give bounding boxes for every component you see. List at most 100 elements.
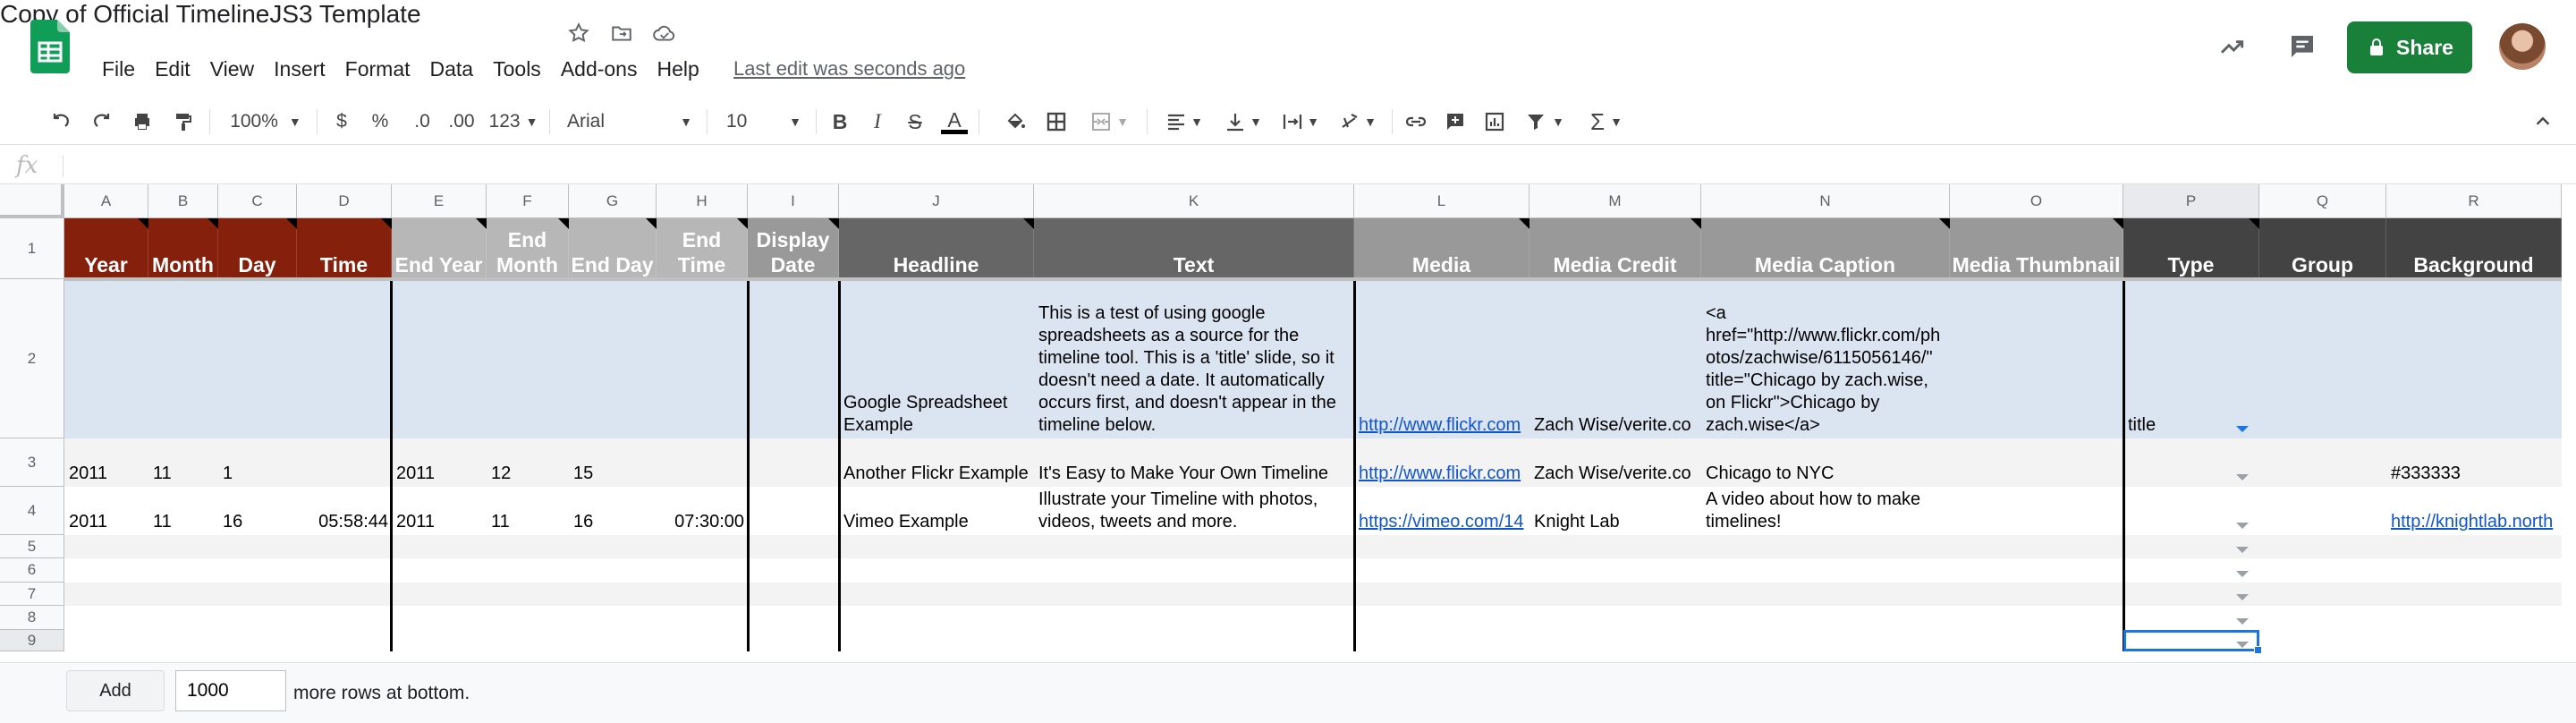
row-header-9[interactable]: 9 xyxy=(0,630,64,651)
row-header-7[interactable]: 7 xyxy=(0,583,64,606)
row-header-8[interactable]: 8 xyxy=(0,606,64,630)
menu-file[interactable]: File xyxy=(102,57,148,81)
cell-j4-headline[interactable]: Vimeo Example xyxy=(839,487,1034,535)
column-header-n[interactable]: N xyxy=(1701,184,1950,218)
undo-icon[interactable] xyxy=(47,107,77,136)
cell-c3-day[interactable]: 1 xyxy=(218,438,297,487)
column-header-f[interactable]: F xyxy=(487,184,569,218)
header-media-credit[interactable]: Media Credit xyxy=(1530,218,1701,279)
cell-e3-end-year[interactable]: 2011 xyxy=(392,438,487,487)
cell-g4-end-day[interactable]: 16 xyxy=(569,487,657,535)
cell-d4-time[interactable]: 05:58:44 xyxy=(297,487,392,535)
selected-cell-p9[interactable] xyxy=(2123,630,2259,651)
cell-j3-headline[interactable]: Another Flickr Example xyxy=(839,438,1034,487)
functions-button[interactable]: Σ ▼ xyxy=(1585,107,1628,136)
column-header-q[interactable]: Q xyxy=(2259,184,2386,218)
document-title[interactable]: Copy of Official TimelineJS3 Template xyxy=(0,0,2576,29)
menu-add-ons[interactable]: Add-ons xyxy=(561,57,650,81)
type-dropdown-icon[interactable] xyxy=(2236,618,2249,625)
cell-f4-end-month[interactable]: 11 xyxy=(487,487,569,535)
bold-button[interactable]: B xyxy=(826,107,853,136)
cell-r4-background[interactable]: http://knightlab.north xyxy=(2386,487,2562,535)
star-icon[interactable] xyxy=(564,18,594,48)
cloud-status-icon[interactable] xyxy=(649,18,680,48)
header-end-month[interactable]: End Month xyxy=(487,218,569,279)
cell-m2-credit[interactable]: Zach Wise/verite.co xyxy=(1530,279,1701,438)
percent-format-button[interactable]: % xyxy=(365,107,395,136)
strikethrough-button[interactable]: S xyxy=(902,107,928,136)
type-dropdown-icon[interactable] xyxy=(2236,426,2249,432)
column-header-b[interactable]: B xyxy=(148,184,218,218)
column-header-j[interactable]: J xyxy=(839,184,1034,218)
header-day[interactable]: Day xyxy=(218,218,297,279)
filter-icon[interactable]: ▼ xyxy=(1521,107,1569,136)
font-size-select[interactable]: 10 ▼ xyxy=(721,107,807,136)
type-dropdown-icon[interactable] xyxy=(2236,474,2249,481)
fill-color-icon[interactable] xyxy=(1000,107,1030,136)
column-header-m[interactable]: M xyxy=(1530,184,1701,218)
row-header-2[interactable]: 2 xyxy=(0,279,64,438)
zoom-select[interactable]: 100% ▼ xyxy=(225,107,306,136)
cell-m3-credit[interactable]: Zach Wise/verite.co xyxy=(1530,438,1701,487)
cell-b3-month[interactable]: 11 xyxy=(148,438,218,487)
header-end-time[interactable]: End Time xyxy=(657,218,748,279)
menu-format[interactable]: Format xyxy=(345,57,423,81)
header-background[interactable]: Background xyxy=(2386,218,2562,279)
header-media-thumbnail[interactable]: Media Thumbnail xyxy=(1950,218,2123,279)
type-dropdown-icon[interactable] xyxy=(2236,594,2249,600)
row-header-3[interactable]: 3 xyxy=(0,438,64,487)
menu-help[interactable]: Help xyxy=(657,57,711,81)
insert-comment-icon[interactable] xyxy=(1440,107,1470,136)
cell-k2-text[interactable]: This is a test of using google spreadshe… xyxy=(1034,279,1354,438)
avatar[interactable] xyxy=(2499,23,2546,70)
header-headline[interactable]: Headline xyxy=(839,218,1034,279)
menu-view[interactable]: View xyxy=(210,57,267,81)
header-end-year[interactable]: End Year xyxy=(392,218,487,279)
cell-g3-end-day[interactable]: 15 xyxy=(569,438,657,487)
column-header-c[interactable]: C xyxy=(218,184,297,218)
row-header-6[interactable]: 6 xyxy=(0,558,64,583)
column-header-h[interactable]: H xyxy=(657,184,748,218)
cell-p2-type[interactable]: title xyxy=(2123,279,2259,438)
comments-icon[interactable] xyxy=(2284,29,2320,64)
column-header-r[interactable]: R xyxy=(2386,184,2562,218)
column-header-k[interactable]: K xyxy=(1034,184,1354,218)
row-header-1[interactable]: 1 xyxy=(0,218,64,279)
column-header-p[interactable]: P xyxy=(2123,184,2259,218)
type-dropdown-icon[interactable] xyxy=(2236,571,2249,577)
header-group[interactable]: Group xyxy=(2259,218,2386,279)
menu-data[interactable]: Data xyxy=(430,57,487,81)
column-header-e[interactable]: E xyxy=(392,184,487,218)
text-color-button[interactable]: A xyxy=(941,107,968,136)
insert-link-icon[interactable] xyxy=(1401,107,1431,136)
fill-handle[interactable] xyxy=(2254,646,2262,654)
merge-cells-icon[interactable]: ▼ xyxy=(1084,107,1134,136)
cell-n3-caption[interactable]: Chicago to NYC xyxy=(1701,438,1950,487)
column-header-d[interactable]: D xyxy=(297,184,392,218)
cell-n2-caption[interactable]: <a href="http://www.flickr.com/photos/za… xyxy=(1701,279,1950,438)
last-edit-link[interactable]: Last edit was seconds ago xyxy=(733,57,965,81)
cell-l2-media[interactable]: http://www.flickr.com xyxy=(1354,279,1530,438)
formula-input[interactable] xyxy=(72,152,2558,179)
rows-count-input[interactable] xyxy=(175,670,286,711)
type-dropdown-icon[interactable] xyxy=(2236,523,2249,529)
select-all-corner[interactable] xyxy=(0,184,64,218)
italic-button[interactable]: I xyxy=(864,107,891,136)
share-button[interactable]: Share xyxy=(2347,21,2472,73)
cell-b4-month[interactable]: 11 xyxy=(148,487,218,535)
vertical-align-icon[interactable]: ▼ xyxy=(1218,107,1268,136)
decrease-decimal-button[interactable]: .0 xyxy=(404,107,440,136)
font-family-select[interactable]: Arial ▼ xyxy=(562,107,698,136)
text-rotation-icon[interactable]: ▼ xyxy=(1333,107,1383,136)
activity-trend-icon[interactable] xyxy=(2215,29,2250,64)
more-formats-select[interactable]: 123 ▼ xyxy=(485,107,542,136)
cell-l3-media[interactable]: http://www.flickr.com xyxy=(1354,438,1530,487)
add-rows-button[interactable]: Add xyxy=(66,670,165,711)
horizontal-align-icon[interactable]: ▼ xyxy=(1159,107,1209,136)
text-wrapping-icon[interactable]: ▼ xyxy=(1275,107,1326,136)
header-time[interactable]: Time xyxy=(297,218,392,279)
cell-f3-end-month[interactable]: 12 xyxy=(487,438,569,487)
cell-l4-media[interactable]: https://vimeo.com/14 xyxy=(1354,487,1530,535)
header-display-date[interactable]: Display Date xyxy=(748,218,839,279)
cell-e4-end-year[interactable]: 2011 xyxy=(392,487,487,535)
